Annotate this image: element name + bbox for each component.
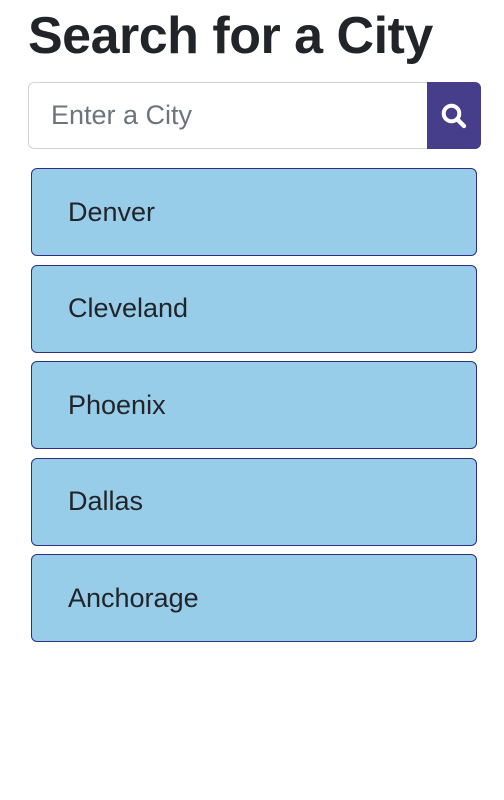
city-item-label: Denver [68, 196, 156, 227]
city-item-label: Cleveland [68, 293, 189, 323]
city-item-label: Dallas [68, 486, 144, 516]
city-search-input[interactable] [28, 82, 427, 149]
city-item-phoenix[interactable]: Phoenix [31, 361, 477, 449]
page-title: Search for a City [28, 7, 433, 65]
city-item-cleveland[interactable]: Cleveland [31, 264, 477, 353]
city-item-label: Phoenix [68, 389, 166, 420]
city-item-label: Anchorage [68, 582, 199, 613]
search-button[interactable] [427, 82, 481, 149]
search-icon [440, 102, 468, 130]
city-item-denver[interactable]: Denver [31, 168, 477, 256]
search-bar [28, 82, 481, 149]
city-history-list: Denver Cleveland Phoenix Dallas Anchorag… [31, 168, 477, 651]
city-item-dallas[interactable]: Dallas [31, 457, 477, 546]
city-item-anchorage[interactable]: Anchorage [31, 554, 477, 642]
